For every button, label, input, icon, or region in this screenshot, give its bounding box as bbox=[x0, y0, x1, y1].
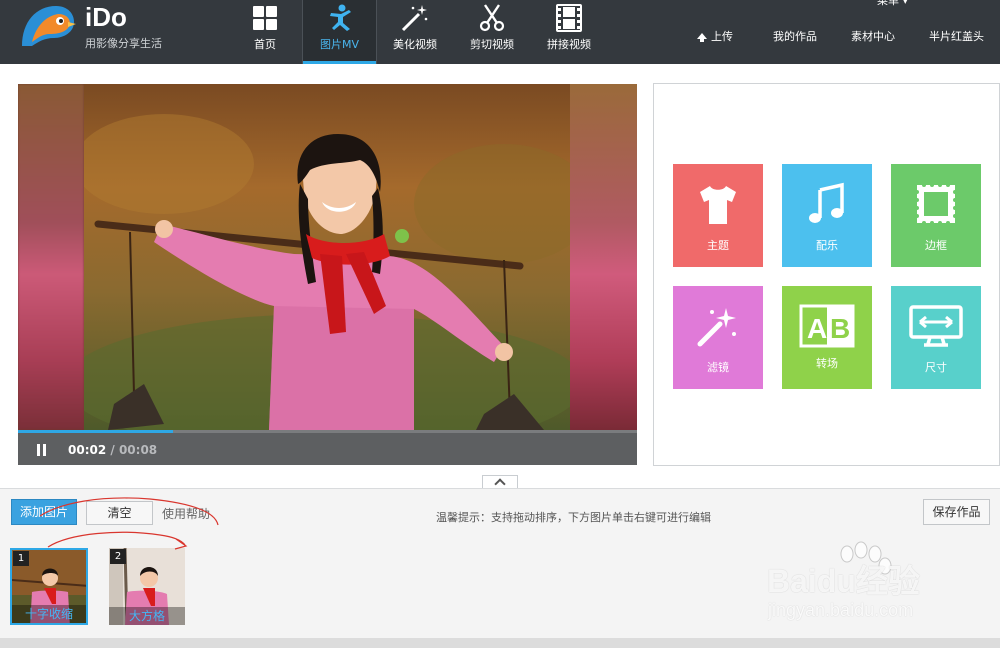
ab-transition-icon: A B bbox=[799, 304, 855, 348]
photo-thumb[interactable]: 2 大方格 bbox=[109, 548, 185, 625]
nav-photo-mv[interactable]: 图片MV bbox=[302, 0, 377, 64]
nav-join-video[interactable]: 拼接视频 bbox=[538, 0, 600, 64]
monitor-resize-icon bbox=[909, 305, 963, 347]
app-name[interactable]: iDo bbox=[85, 2, 127, 33]
main-area: 00:02 / 00:08 主题 配乐 边框 滤镜 A B 转场 尺寸 bbox=[0, 64, 1000, 489]
baidu-watermark-url: jingyan.baidu.com bbox=[768, 600, 914, 620]
menu-link[interactable]: 菜单 ▾ bbox=[877, 0, 908, 8]
svg-text:A: A bbox=[807, 313, 827, 344]
ido-logo-icon[interactable] bbox=[18, 2, 78, 48]
nav-photo-mv-label: 图片MV bbox=[319, 38, 359, 51]
svg-text:B: B bbox=[830, 313, 850, 344]
collapse-toggle-button[interactable] bbox=[482, 475, 518, 489]
help-link[interactable]: 使用帮助 bbox=[162, 505, 210, 522]
tip-text: 温馨提示：支持拖动排序，下方图片单击右键可进行编辑 bbox=[436, 511, 711, 524]
baidu-watermark-text: Baidu经验 bbox=[767, 563, 920, 599]
nav-join-video-label: 拼接视频 bbox=[547, 38, 591, 51]
tool-music-label: 配乐 bbox=[816, 239, 838, 252]
time-separator: / bbox=[106, 443, 119, 457]
username-link[interactable]: 半片红盖头 bbox=[929, 28, 984, 44]
duration: 00:08 bbox=[118, 443, 158, 457]
tool-frame-label: 边框 bbox=[925, 239, 947, 252]
tool-frame-button[interactable]: 边框 bbox=[891, 164, 981, 267]
edit-tools-panel: 主题 配乐 边框 滤镜 A B 转场 尺寸 bbox=[653, 83, 1000, 466]
music-note-icon bbox=[809, 182, 844, 223]
nav-cut-video[interactable]: 剪切视频 bbox=[462, 0, 522, 64]
blur-backdrop-left bbox=[18, 84, 84, 430]
app-slogan: 用影像分享生活 bbox=[85, 37, 162, 50]
video-player: 00:02 / 00:08 bbox=[18, 84, 637, 465]
add-photo-button[interactable]: 添加图片 bbox=[11, 499, 77, 525]
blur-backdrop-right bbox=[570, 84, 637, 430]
pause-icon[interactable] bbox=[36, 444, 48, 456]
material-center-link[interactable]: 素材中心 bbox=[851, 28, 895, 44]
nav-home[interactable]: 首页 bbox=[236, 0, 294, 64]
player-controls: 00:02 / 00:08 bbox=[18, 433, 637, 465]
tool-music-button[interactable]: 配乐 bbox=[782, 164, 872, 267]
preview-photo bbox=[84, 84, 570, 430]
upload-link[interactable]: 上传 bbox=[697, 28, 733, 44]
tool-theme-button[interactable]: 主题 bbox=[673, 164, 763, 267]
nav-beautify-video-label: 美化视频 bbox=[393, 38, 437, 51]
upload-label: 上传 bbox=[711, 30, 733, 43]
save-work-button[interactable]: 保存作品 bbox=[923, 499, 990, 525]
film-strip-icon bbox=[556, 4, 582, 32]
thumb-transition-name: 大方格 bbox=[109, 607, 185, 625]
scissors-icon bbox=[479, 4, 505, 32]
dancer-icon bbox=[329, 4, 351, 31]
tool-transition-button[interactable]: A B 转场 bbox=[782, 286, 872, 389]
video-stage[interactable] bbox=[18, 84, 637, 430]
tool-theme-label: 主题 bbox=[707, 239, 729, 252]
current-time: 00:02 bbox=[68, 443, 107, 457]
home-grid-icon bbox=[253, 6, 277, 30]
tool-size-label: 尺寸 bbox=[925, 361, 947, 374]
upload-arrow-icon bbox=[697, 33, 707, 42]
thumb-transition-name: 十字收缩 bbox=[12, 605, 86, 623]
photo-thumb[interactable]: 1 十字收缩 bbox=[10, 548, 88, 625]
thumb-number: 1 bbox=[13, 551, 29, 566]
clear-button[interactable]: 清空 bbox=[86, 501, 153, 525]
tool-size-button[interactable]: 尺寸 bbox=[891, 286, 981, 389]
my-works-link[interactable]: 我的作品 bbox=[773, 28, 817, 44]
nav-home-label: 首页 bbox=[254, 38, 276, 51]
magic-wand-icon bbox=[401, 5, 428, 32]
footer-strip bbox=[0, 638, 1000, 648]
nav-cut-video-label: 剪切视频 bbox=[470, 38, 514, 51]
magic-wand-icon bbox=[697, 308, 736, 347]
tshirt-icon bbox=[700, 186, 736, 224]
tool-filter-label: 滤镜 bbox=[707, 361, 729, 374]
nav-beautify-video[interactable]: 美化视频 bbox=[384, 0, 446, 64]
tool-transition-label: 转场 bbox=[816, 357, 838, 370]
top-header: iDo 用影像分享生活 首页 图片MV 美化视频 剪切视频 拼接视频 菜单 ▾ … bbox=[0, 0, 1000, 64]
menu-label: 菜单 bbox=[877, 0, 899, 7]
tool-filter-button[interactable]: 滤镜 bbox=[673, 286, 763, 389]
stamp-frame-icon bbox=[915, 183, 957, 225]
playback-time: 00:02 / 00:08 bbox=[68, 443, 157, 457]
thumb-number: 2 bbox=[110, 549, 126, 564]
